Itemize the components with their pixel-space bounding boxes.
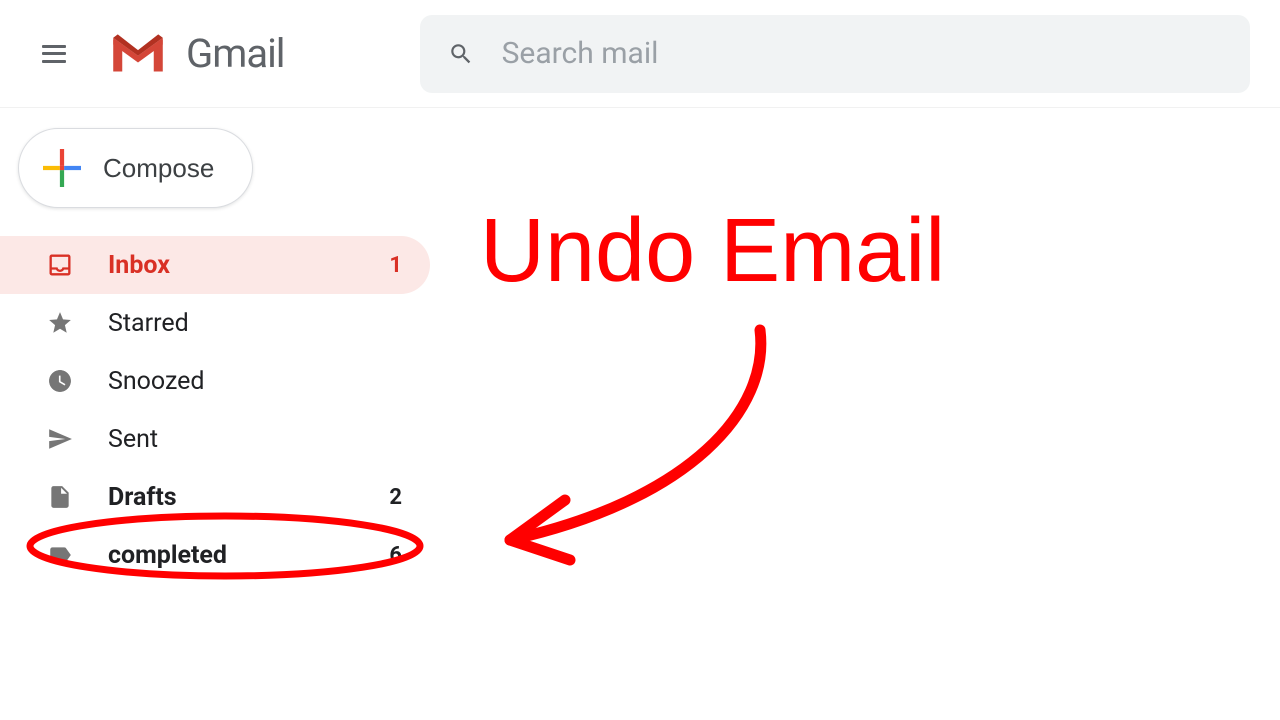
search-box[interactable]: [420, 15, 1250, 93]
file-icon: [44, 481, 76, 513]
nav-list: Inbox 1 Starred Snoozed Sent: [0, 236, 430, 584]
sidebar-item-inbox[interactable]: Inbox 1: [0, 236, 430, 294]
sidebar-item-completed[interactable]: completed 6: [0, 526, 430, 584]
gmail-envelope-icon: [108, 31, 168, 76]
nav-count: 2: [389, 485, 402, 510]
nav-label: Drafts: [108, 483, 389, 512]
search-icon: [448, 40, 474, 68]
sidebar: Compose Inbox 1 Starred Snoozed: [0, 108, 430, 584]
nav-label: Snoozed: [108, 367, 402, 396]
sidebar-item-starred[interactable]: Starred: [0, 294, 430, 352]
nav-label: Inbox: [108, 251, 389, 280]
nav-label: Sent: [108, 425, 402, 454]
gmail-logo[interactable]: Gmail: [108, 30, 285, 77]
send-icon: [44, 423, 76, 455]
hamburger-menu-icon[interactable]: [30, 33, 78, 75]
header: Gmail: [0, 0, 1280, 108]
compose-button[interactable]: Compose: [18, 128, 253, 208]
compose-label: Compose: [103, 153, 214, 184]
gmail-wordmark: Gmail: [186, 30, 285, 77]
star-icon: [44, 307, 76, 339]
sidebar-item-drafts[interactable]: Drafts 2: [0, 468, 430, 526]
clock-icon: [44, 365, 76, 397]
sidebar-item-snoozed[interactable]: Snoozed: [0, 352, 430, 410]
annotation-arrow-icon: [460, 310, 860, 570]
inbox-icon: [44, 249, 76, 281]
search-input[interactable]: [502, 36, 1222, 71]
sidebar-item-sent[interactable]: Sent: [0, 410, 430, 468]
label-icon: [44, 539, 76, 571]
nav-label: completed: [108, 541, 389, 570]
nav-count: 1: [389, 253, 402, 278]
nav-label: Starred: [108, 309, 402, 338]
nav-count: 6: [389, 543, 402, 568]
plus-icon: [43, 149, 81, 187]
annotation-text: Undo Email: [480, 200, 945, 303]
